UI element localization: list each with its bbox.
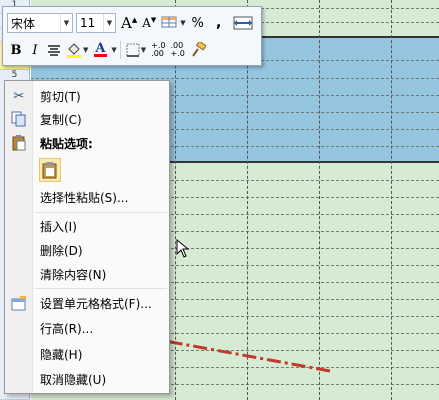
italic-icon: I	[32, 42, 38, 58]
menu-item-label: 插入(I)	[40, 219, 77, 234]
mouse-cursor-icon	[176, 239, 190, 258]
menu-item-paste-special[interactable]: 选择性粘贴(S)...	[5, 186, 169, 208]
merge-center-icon	[233, 16, 253, 30]
menu-item-label: 粘贴选项:	[40, 136, 93, 151]
decrease-decimal-icon: .00 +.0	[170, 41, 185, 58]
menu-item-label: 清除内容(N)	[40, 267, 107, 282]
comma-icon: ,	[216, 15, 222, 31]
menu-item-label: 行高(R)...	[40, 321, 94, 336]
align-center-icon	[48, 45, 60, 56]
menu-item-label: 复制(C)	[40, 112, 82, 127]
increase-decimal-icon: +.0 .00	[151, 41, 166, 58]
borders-button[interactable]: ▼	[124, 40, 148, 60]
format-style-icon	[161, 16, 177, 28]
font-size-combo[interactable]: 11 ▼	[76, 13, 116, 33]
copy-icon	[10, 110, 28, 128]
shrink-font-icon: A▼	[142, 16, 157, 30]
align-center-button[interactable]	[45, 40, 63, 60]
grow-font-button[interactable]: A▲	[119, 13, 139, 33]
fill-color-icon	[67, 43, 81, 58]
menu-item-label: 设置单元格格式(F)...	[40, 296, 152, 311]
font-name-value: 宋体	[11, 16, 36, 31]
format-painter-button[interactable]	[188, 40, 208, 60]
comma-button[interactable]: ,	[208, 13, 230, 33]
shrink-font-button[interactable]: A▼	[140, 13, 158, 33]
grow-font-icon: A▲	[121, 14, 138, 32]
font-color-button[interactable]: A	[91, 40, 109, 60]
context-menu: ✂ 剪切(T) 复制(C) 粘贴选项: 选择性粘贴(S)... 插入(I) 删除…	[4, 80, 170, 394]
menu-item-label: 隐藏(H)	[40, 347, 83, 362]
menu-item-delete[interactable]: 删除(D)	[5, 239, 169, 261]
paste-icon	[10, 134, 28, 152]
menu-item-label: 选择性粘贴(S)...	[40, 190, 129, 205]
italic-button[interactable]: I	[26, 40, 44, 60]
font-name-combo[interactable]: 宋体 ▼	[7, 13, 73, 33]
bold-icon: B	[10, 42, 22, 58]
format-style-button[interactable]: ▼	[159, 13, 187, 33]
menu-item-paste-options: 粘贴选项:	[5, 132, 169, 154]
menu-item-label: 删除(D)	[40, 243, 83, 258]
menu-item-unhide[interactable]: 取消隐藏(U)	[5, 368, 169, 390]
chevron-down-icon[interactable]: ▼	[60, 14, 72, 32]
format-cells-icon	[10, 294, 28, 312]
increase-decimal-button[interactable]: +.0 .00	[149, 40, 167, 60]
menu-item-copy[interactable]: 复制(C)	[5, 108, 169, 130]
menu-item-format-cells[interactable]: 设置单元格格式(F)...	[5, 292, 169, 314]
format-painter-icon	[192, 42, 206, 57]
merge-center-button[interactable]	[231, 13, 255, 33]
paste-option-button[interactable]	[39, 158, 61, 182]
font-color-icon: A	[95, 41, 106, 56]
bold-button[interactable]: B	[7, 40, 25, 60]
chevron-down-icon[interactable]: ▼	[111, 46, 116, 54]
chevron-down-icon[interactable]: ▼	[103, 14, 115, 32]
menu-item-label: 取消隐藏(U)	[40, 372, 107, 387]
percent-icon: %	[191, 15, 204, 31]
borders-icon	[126, 43, 140, 57]
menu-item-hide[interactable]: 隐藏(H)	[5, 343, 169, 365]
menu-item-row-height[interactable]: 行高(R)...	[5, 317, 169, 339]
mini-toolbar: 宋体 ▼ 11 ▼ A▲ A▼ ▼ % , B I ▼ A ▼ ▼ +.0 .0…	[2, 6, 262, 66]
menu-item-clear-contents[interactable]: 清除内容(N)	[5, 263, 169, 285]
menu-item-insert[interactable]: 插入(I)	[5, 215, 169, 237]
fill-color-button[interactable]: ▼	[64, 40, 90, 60]
decrease-decimal-button[interactable]: .00 +.0	[169, 40, 187, 60]
percent-button[interactable]: %	[189, 13, 207, 33]
menu-item-label: 剪切(T)	[40, 89, 81, 104]
paste-icon	[42, 162, 57, 179]
scissors-icon: ✂	[13, 88, 25, 104]
font-size-value: 11	[80, 16, 96, 30]
menu-item-cut[interactable]: ✂ 剪切(T)	[5, 85, 169, 107]
